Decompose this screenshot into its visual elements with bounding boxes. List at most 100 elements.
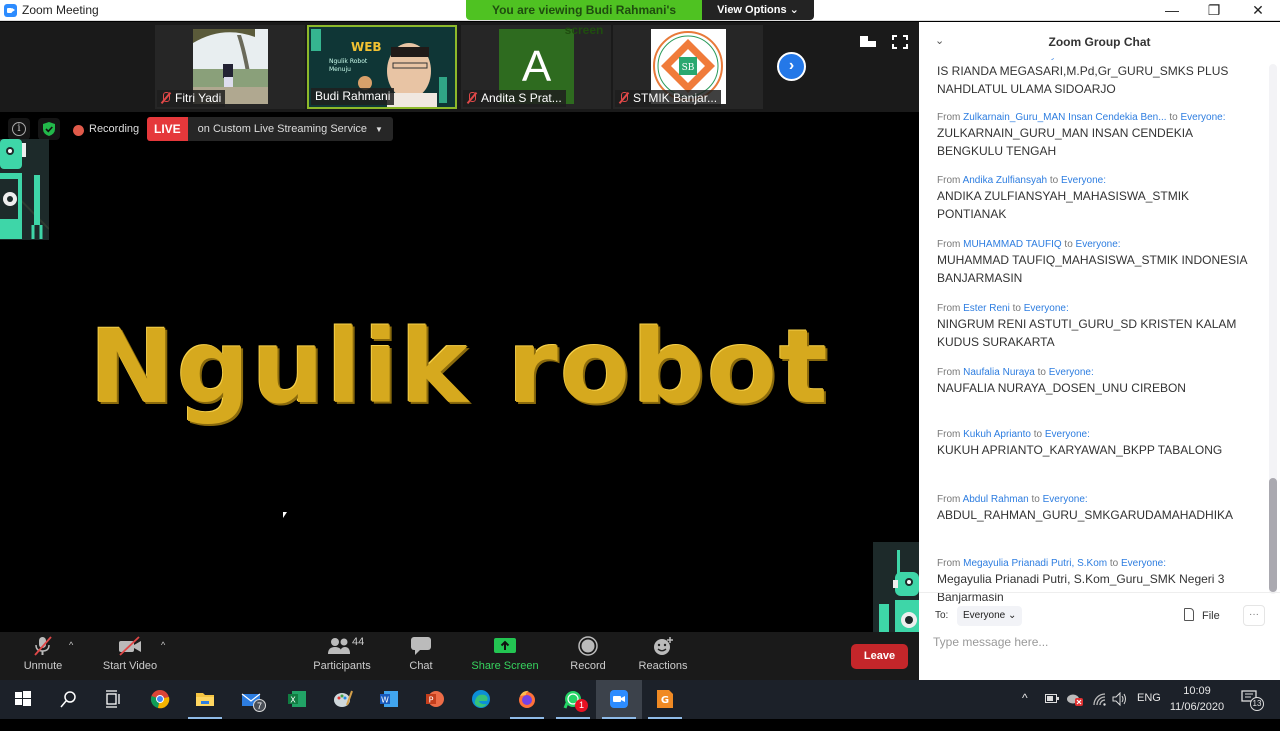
participant-thumbnail-active-speaker[interactable]: WEB Ngulik Robot Menuju Budi Rahmani	[307, 25, 457, 109]
unmute-button[interactable]: Unmute	[22, 636, 64, 672]
notification-count-badge: 13	[1250, 697, 1264, 711]
chat-message-input[interactable]	[933, 630, 1253, 654]
taskbar-edge-button[interactable]	[458, 680, 504, 719]
participant-thumbnail[interactable]: Fitri Yadi	[155, 25, 305, 109]
sender-name[interactable]: Is Rianda m	[963, 58, 1016, 61]
file-explorer-icon	[196, 693, 214, 706]
onedrive-error-icon[interactable]	[1066, 692, 1084, 706]
sender-name[interactable]: Naufalia Nuraya	[963, 367, 1035, 378]
recipient-dropdown[interactable]: Everyone ⌄	[957, 606, 1023, 626]
fullscreen-icon[interactable]	[892, 35, 908, 49]
system-clock[interactable]: 10:09 11/06/2020	[1164, 683, 1230, 715]
chat-message: From Ester Reni to Everyone: NINGRUM RENI…	[937, 303, 1257, 351]
action-center-button[interactable]: 13	[1240, 689, 1266, 713]
chat-message-sender-line: From Zulkarnain_Guru_MAN Insan Cendekia …	[937, 112, 1257, 123]
pdf-app-icon: G	[657, 690, 673, 708]
volume-icon[interactable]	[1112, 692, 1128, 706]
chat-more-options-button[interactable]: ···	[1243, 605, 1265, 626]
participants-button[interactable]: 44 Participants	[312, 636, 372, 672]
from-word: From	[937, 303, 961, 314]
share-screen-button[interactable]: Share Screen	[471, 636, 539, 672]
live-stream-service-dropdown[interactable]: on Custom Live Streaming Service ▼	[187, 117, 393, 141]
recipient-name[interactable]: Everyone:	[1045, 429, 1090, 440]
sender-name[interactable]: Abdul Rahman	[963, 494, 1029, 505]
recipient-name[interactable]: Everyone:	[1180, 112, 1225, 123]
input-language-indicator[interactable]: ENG	[1137, 692, 1161, 731]
screen-share-banner: You are viewing Budi Rahmani's screen Vi…	[466, 0, 814, 37]
taskbar-pdf-app-button[interactable]: G	[642, 680, 688, 719]
participants-label: Participants	[313, 660, 371, 672]
sender-name[interactable]: Zulkarnain_Guru_MAN Insan Cendekia Ben..…	[963, 112, 1166, 123]
taskbar-paint-button[interactable]	[320, 680, 366, 719]
zoom-icon	[610, 690, 628, 708]
taskbar-powerpoint-button[interactable]: P	[412, 680, 458, 719]
svg-text:Menuju: Menuju	[329, 66, 351, 73]
leave-meeting-button[interactable]: Leave	[851, 644, 908, 669]
meeting-area: Fitri Yadi WEB Ngulik Robot Menuju Budi …	[0, 22, 919, 632]
taskbar-word-button[interactable]: W	[366, 680, 412, 719]
minimize-view-icon[interactable]	[860, 35, 876, 49]
video-options-caret[interactable]: ^	[161, 640, 165, 650]
taskbar-start-button[interactable]	[0, 680, 46, 719]
audio-options-caret[interactable]: ^	[69, 640, 73, 650]
chat-message-sender-line: From Kukuh Aprianto to Everyone:	[937, 429, 1257, 440]
close-button[interactable]: ✕	[1236, 0, 1280, 20]
taskbar-file-explorer-button[interactable]	[182, 680, 228, 719]
chat-message-body: ABDUL_RAHMAN_GURU_SMKGARUDAMAHADHIKA	[937, 508, 1234, 522]
battery-icon[interactable]	[1045, 694, 1059, 704]
to-word: to	[1012, 303, 1021, 314]
send-file-button[interactable]: File	[1184, 606, 1220, 626]
minimize-button[interactable]: —	[1150, 0, 1194, 20]
restore-button[interactable]: ❐	[1192, 0, 1236, 20]
chat-message-sender-line: From Andika Zulfiansyah to Everyone:	[937, 175, 1257, 186]
chat-message-list[interactable]: From Is Rianda m to Everyone: IS RIANDA M…	[919, 58, 1269, 614]
recipient-name[interactable]: Everyone:	[1049, 367, 1094, 378]
live-stream-status[interactable]: LIVE on Custom Live Streaming Service ▼	[147, 117, 393, 141]
chat-scrollbar[interactable]	[1269, 64, 1277, 594]
chat-message-sender-line: From Abdul Rahman to Everyone:	[937, 494, 1257, 505]
sender-name[interactable]: Megayulia Prianadi Putri, S.Kom	[963, 558, 1107, 569]
taskbar-firefox-button[interactable]	[504, 680, 550, 719]
sender-name[interactable]: MUHAMMAD TAUFIQ	[963, 239, 1062, 250]
recipient-name[interactable]: Everyone:	[1061, 175, 1106, 186]
taskbar-search-button[interactable]	[45, 680, 91, 719]
recipient-name[interactable]: Everyone:	[1076, 239, 1121, 250]
meeting-info-button[interactable]: i	[8, 118, 30, 140]
taskbar-mail-button[interactable]: 7	[228, 680, 274, 719]
sender-name[interactable]: Andika Zulfiansyah	[963, 175, 1048, 186]
chat-message: From MUHAMMAD TAUFIQ to Everyone: MUHAMMA…	[937, 239, 1257, 287]
firefox-icon	[519, 690, 535, 708]
next-page-chevron-icon[interactable]: ›	[777, 52, 806, 81]
chat-message: From Is Rianda m to Everyone: IS RIANDA M…	[937, 58, 1257, 98]
reactions-button[interactable]: Reactions	[638, 636, 688, 672]
wifi-icon[interactable]	[1092, 692, 1108, 706]
logo-text: SB	[682, 63, 695, 73]
recipient-name[interactable]: Everyone:	[1030, 58, 1075, 61]
from-word: From	[937, 58, 960, 61]
taskbar-zoom-button[interactable]	[596, 680, 642, 719]
security-shield-button[interactable]	[38, 118, 60, 140]
recipient-name[interactable]: Everyone:	[1024, 303, 1069, 314]
participant-thumbnail[interactable]: SB STMIK Banjar...	[613, 25, 763, 109]
sender-name[interactable]: Ester Reni	[963, 303, 1010, 314]
chat-button[interactable]: Chat	[406, 636, 436, 672]
taskbar-task-view-button[interactable]	[90, 680, 136, 719]
recipient-name[interactable]: Everyone:	[1121, 558, 1166, 569]
chat-scrollbar-thumb[interactable]	[1269, 478, 1277, 592]
start-icon	[15, 691, 31, 706]
taskbar-excel-button[interactable]: X	[274, 680, 320, 719]
view-options-button[interactable]: View Options ⌄	[702, 0, 814, 20]
chat-message-body: IS RIANDA MEGASARI,M.Pd,Gr_GURU_SMKS PLU…	[937, 64, 1229, 96]
record-button[interactable]: Record	[568, 636, 608, 672]
taskbar-chrome-button[interactable]	[137, 680, 183, 719]
start-video-button[interactable]: Start Video	[101, 636, 159, 672]
tray-overflow-chevron[interactable]: ^	[1022, 691, 1028, 730]
edge-icon	[472, 690, 490, 708]
recipient-name[interactable]: Everyone:	[1043, 494, 1088, 505]
sender-name[interactable]: Kukuh Aprianto	[963, 429, 1031, 440]
smiley-plus-icon	[654, 637, 673, 655]
participant-thumbnail-strip: Fitri Yadi WEB Ngulik Robot Menuju Budi …	[0, 22, 919, 112]
recipient-label: To:	[935, 610, 949, 621]
taskbar-whatsapp-button[interactable]: 1	[550, 680, 596, 719]
stream-service-label: on Custom Live Streaming Service	[197, 123, 368, 135]
